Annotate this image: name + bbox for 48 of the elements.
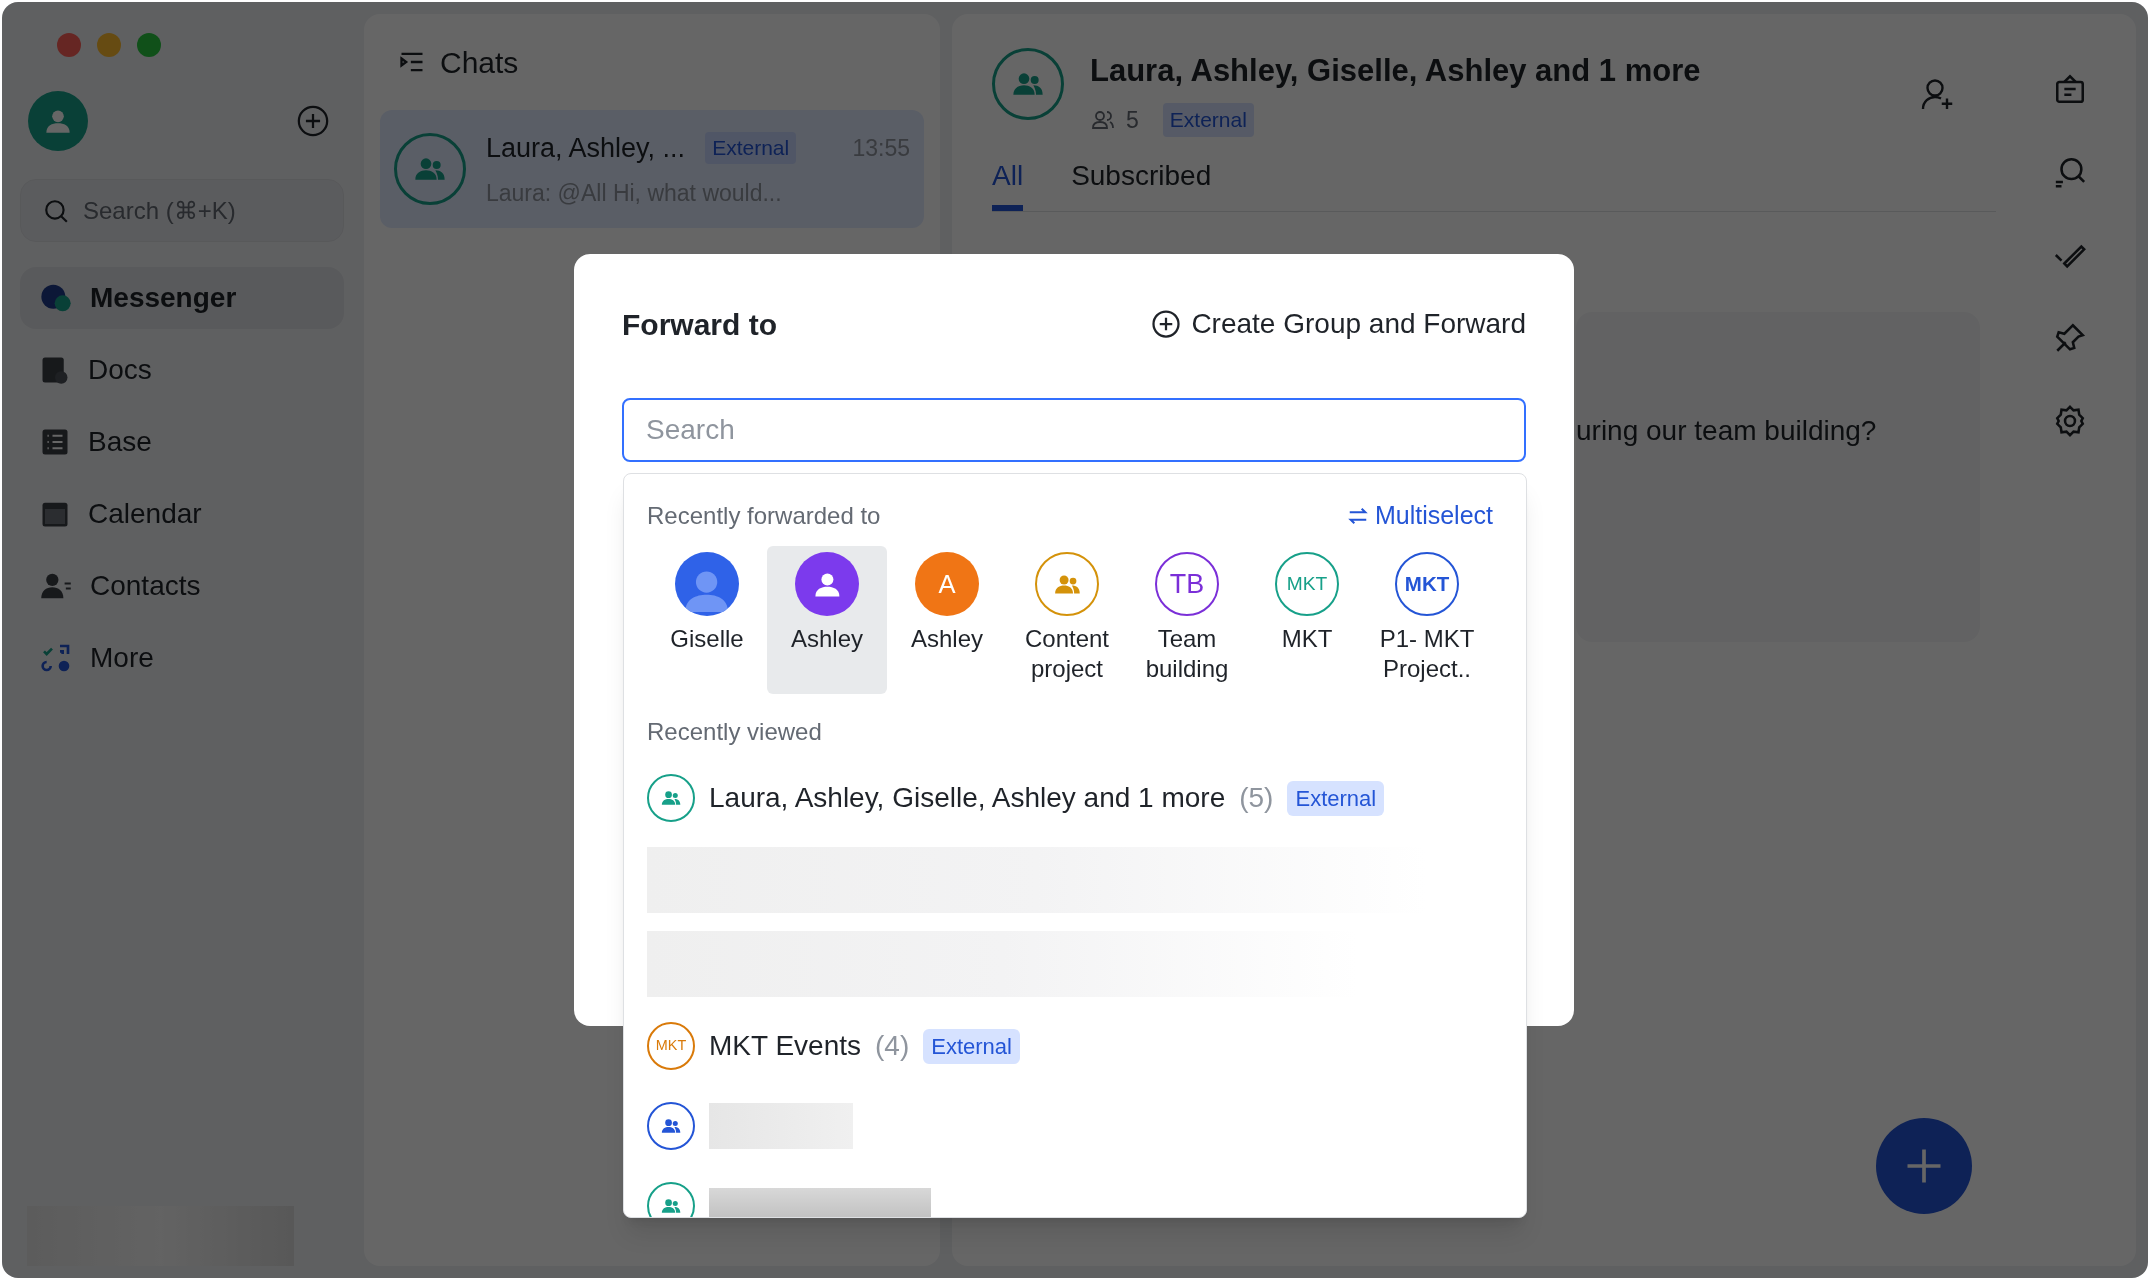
search-field[interactable]: Search [622,398,1526,462]
initials-avatar: MKT [647,1022,695,1070]
panel-title: Chats [440,44,519,81]
recipient-item[interactable]: A Ashley [887,546,1007,694]
group-avatar [394,133,466,205]
apps-grid-icon [40,642,72,674]
recipient-item[interactable]: TB Team building [1127,546,1247,694]
recipient-item[interactable]: Giselle [647,546,767,694]
swap-icon [1346,505,1369,527]
message-text: uring our team building? [1576,415,1877,446]
list-icon [40,427,70,457]
recipient-item[interactable]: MKT MKT [1247,546,1367,694]
profile-avatar[interactable] [28,91,88,151]
recipient-avatar: MKT [1395,552,1459,616]
document-icon [40,355,70,385]
member-count: 5 [1126,105,1139,135]
section-label: Recently forwarded to [647,501,881,531]
chat-title: Laura, Ashley, ... [486,131,686,165]
recipient-item[interactable]: MKT P1- MKT Project.. [1367,546,1487,694]
add-icon[interactable] [296,104,330,138]
person-icon [40,571,72,601]
external-tag: External [1162,103,1254,137]
multiselect-link[interactable]: Multiselect [1346,497,1503,535]
search-input[interactable]: Search [646,409,1502,451]
recipient-avatar: A [915,552,979,616]
recipient-avatar: TB [1155,552,1219,616]
settings-icon[interactable] [2053,404,2087,438]
external-tag: External [1287,780,1385,816]
create-group-button[interactable]: Create Group and Forward [1151,303,1526,345]
chat-name[interactable]: MKT Events [709,1025,861,1067]
group-avatar[interactable] [992,48,1064,120]
recipient-item[interactable]: Content project [1007,546,1127,694]
tab[interactable]: Subscribed [1071,147,1212,211]
external-tag: External [923,1028,1020,1064]
board-icon[interactable] [2053,72,2087,106]
member-count: (4) [875,1029,910,1063]
search-icon [43,197,69,224]
add-icon [1151,309,1182,339]
conversation-title: Laura, Ashley, Giselle, Ashley and 1 more [1090,52,1702,90]
search-icon[interactable] [2053,155,2087,189]
section-label: Recently viewed [647,718,822,745]
external-tag: External [705,132,797,164]
recipient-item[interactable]: Ashley [767,546,887,694]
chat-bubbles-icon [40,283,72,313]
recipient-avatar: MKT [1275,552,1339,616]
dialog-title: Forward to [622,306,777,343]
member-count: (5) [1239,781,1274,815]
chat-name[interactable]: Laura, Ashley, Giselle, Ashley and 1 more [709,777,1226,819]
